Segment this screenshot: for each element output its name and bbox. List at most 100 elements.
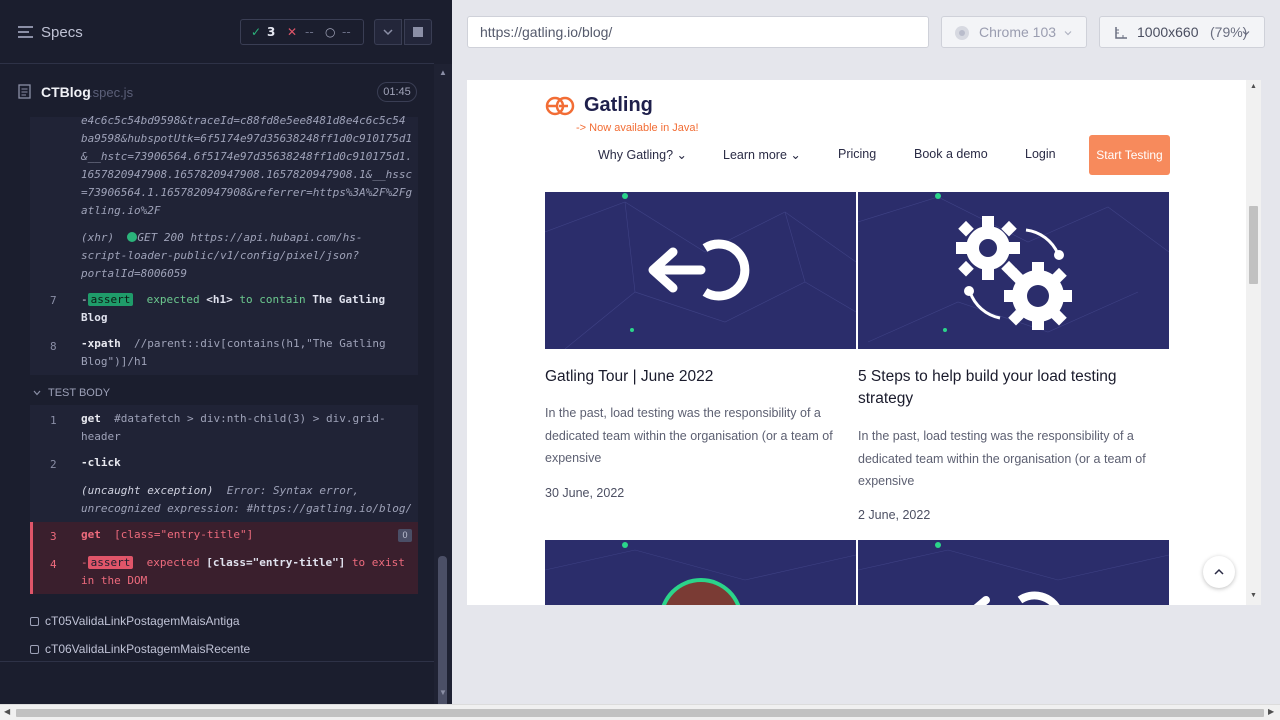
chevron-down-icon (33, 390, 41, 396)
post-image[interactable] (545, 540, 856, 605)
scrollbar-thumb[interactable] (16, 709, 1264, 717)
reporter-scrollbar[interactable]: ▲ ▼ (434, 64, 452, 704)
xhr-line-3: portalId=8006059 (81, 267, 187, 280)
gears-icon (858, 193, 1169, 343)
scrollbar-thumb[interactable] (438, 556, 447, 704)
command-number: 1 (50, 414, 57, 427)
log-line: e4c6c5c54bd9598&traceId=c88fd8e5ee8481d8… (81, 114, 406, 127)
command-get-failed[interactable]: get [class="entry-title"] (81, 526, 253, 544)
command-number: 3 (50, 530, 57, 543)
post-image[interactable] (858, 192, 1169, 349)
aut-area: https://gatling.io/blog/ Chrome 103 1000… (452, 0, 1280, 704)
spec-file-name[interactable]: CTBlog (41, 84, 91, 100)
post-title-2[interactable]: strategy (858, 388, 913, 410)
document-icon (18, 84, 31, 99)
log-line: =73906564.1.1657820947908&referrer=https… (81, 186, 413, 199)
post-excerpt: In the past, load testing was the respon… (858, 429, 1146, 488)
pending-icon: ○ (325, 25, 336, 39)
reporter-panel: Specs ✓ 3 ✕ -- ○ -- CTBlog .spec.js 01:4… (0, 0, 452, 704)
command-xpath-2: Blog")]/h1 (81, 355, 148, 368)
specs-menu-icon[interactable] (18, 26, 33, 41)
viewport-selector[interactable]: 1000x660 (79%) (1099, 16, 1265, 48)
post-date: 2 June, 2022 (858, 508, 931, 522)
scrollbar-thumb[interactable] (1249, 206, 1258, 284)
log-line: &__hstc=73906564.6f5174e97d35638248ff1d0… (81, 150, 413, 163)
xhr-line-2: script-loader-public/v1/config/pixel/jso… (81, 249, 360, 262)
test-item[interactable]: cT05ValidaLinkPostagemMaisAntiga (30, 614, 240, 628)
post-image[interactable] (545, 192, 856, 349)
assert-badge: assert (87, 556, 134, 569)
app-under-test-frame: Gatling -> Now available in Java! Why Ga… (467, 80, 1261, 605)
test-item[interactable]: cT06ValidaLinkPostagemMaisRecente (30, 642, 250, 656)
reporter-header: Specs ✓ 3 ✕ -- ○ -- (0, 0, 434, 64)
stop-button[interactable] (404, 19, 432, 45)
command-number: 7 (50, 294, 57, 307)
back-to-top-button[interactable] (1203, 556, 1235, 588)
xhr-label: (xhr) (81, 231, 115, 244)
aut-scrollbar[interactable]: ▲ ▼ (1246, 80, 1261, 605)
command-number: 4 (50, 558, 57, 571)
chevron-down-icon (1242, 31, 1250, 36)
java-tagline[interactable]: -> Now available in Java! (576, 122, 699, 134)
status-dot-icon (127, 232, 138, 242)
scroll-up-icon[interactable]: ▲ (439, 68, 447, 77)
chevron-down-icon (1064, 31, 1072, 36)
exception-line-2: unrecognized expression: #https://gatlin… (81, 502, 413, 515)
check-icon: ✓ (251, 25, 262, 39)
test-status-icon (30, 645, 39, 654)
log-line: ba9598&hubspotUtk=6f5174e97d35638248ff1d… (81, 132, 413, 145)
specs-title[interactable]: Specs (41, 24, 83, 41)
avatar-icon (545, 542, 856, 605)
command-get-2: header (81, 430, 121, 443)
network-pattern-icon (545, 193, 856, 349)
chrome-icon (955, 26, 969, 40)
divider (0, 661, 434, 662)
assert-badge: assert (87, 293, 134, 306)
arrow-icon (858, 542, 1169, 605)
log-line: atling.io%2F (81, 204, 161, 217)
failed-count: -- (305, 25, 314, 39)
post-title[interactable]: 5 Steps to help build your load testing (858, 366, 1117, 388)
command-assert-failed[interactable]: - assert expected [class="entry-title"] t… (81, 554, 405, 572)
passed-count: 3 (267, 25, 276, 39)
scroll-down-icon[interactable]: ▼ (439, 688, 447, 697)
chevron-down-icon: ⌄ (676, 148, 687, 162)
url-bar[interactable]: https://gatling.io/blog/ (467, 16, 929, 48)
nav-login[interactable]: Login (1025, 147, 1056, 161)
post-title[interactable]: Gatling Tour | June 2022 (545, 366, 713, 388)
command-assert-h1[interactable]: - assert expected <h1> to contain The Gat… (81, 291, 385, 309)
log-line: 1657820947908.1657820947908.165782094790… (81, 168, 413, 181)
command-click[interactable]: -click (81, 454, 121, 472)
command-number: 8 (50, 340, 57, 353)
start-testing-button[interactable]: Start Testing (1089, 135, 1170, 175)
xhr-text: GET 200 https://api.hubapi.com/hs- (137, 231, 363, 244)
post-date: 30 June, 2022 (545, 486, 625, 500)
viewport-size: 1000x660 (1137, 24, 1199, 40)
command-xpath[interactable]: -xpath //parent::div[contains(h1,"The Ga… (81, 335, 386, 353)
nav-book-demo[interactable]: Book a demo (914, 147, 988, 161)
horizontal-scrollbar[interactable]: ◀ ▶ (0, 704, 1280, 720)
xhr-line[interactable]: (xhr) GET 200 https://api.hubapi.com/hs- (81, 229, 363, 247)
cross-icon: ✕ (287, 25, 298, 39)
chevron-up-icon (1214, 568, 1224, 575)
site-logo-text[interactable]: Gatling (584, 94, 653, 117)
browser-selector[interactable]: Chrome 103 (941, 16, 1087, 48)
scroll-left-icon[interactable]: ◀ (4, 707, 10, 716)
test-stats: ✓ 3 ✕ -- ○ -- (240, 19, 364, 45)
command-number: 2 (50, 458, 57, 471)
gatling-logo-icon[interactable] (545, 96, 577, 116)
post-image[interactable] (858, 540, 1169, 605)
nav-why-gatling[interactable]: Why Gatling? ⌄ (598, 147, 687, 162)
scroll-right-icon[interactable]: ▶ (1268, 707, 1274, 716)
exception-line[interactable]: (uncaught exception) Error: Syntax error… (81, 482, 359, 500)
command-get[interactable]: get #datafetch > div:nth-child(3) > div.… (81, 410, 386, 428)
scroll-down-icon[interactable]: ▼ (1250, 592, 1257, 599)
expand-button[interactable] (374, 19, 402, 45)
nav-pricing[interactable]: Pricing (838, 147, 876, 161)
post-excerpt: In the past, load testing was the respon… (545, 406, 833, 465)
nav-learn-more[interactable]: Learn more ⌄ (723, 147, 801, 162)
test-body-toggle[interactable]: TEST BODY (48, 387, 110, 399)
scroll-up-icon[interactable]: ▲ (1250, 83, 1257, 90)
ruler-icon (1115, 27, 1127, 39)
spec-file-ext: .spec.js (89, 85, 134, 100)
